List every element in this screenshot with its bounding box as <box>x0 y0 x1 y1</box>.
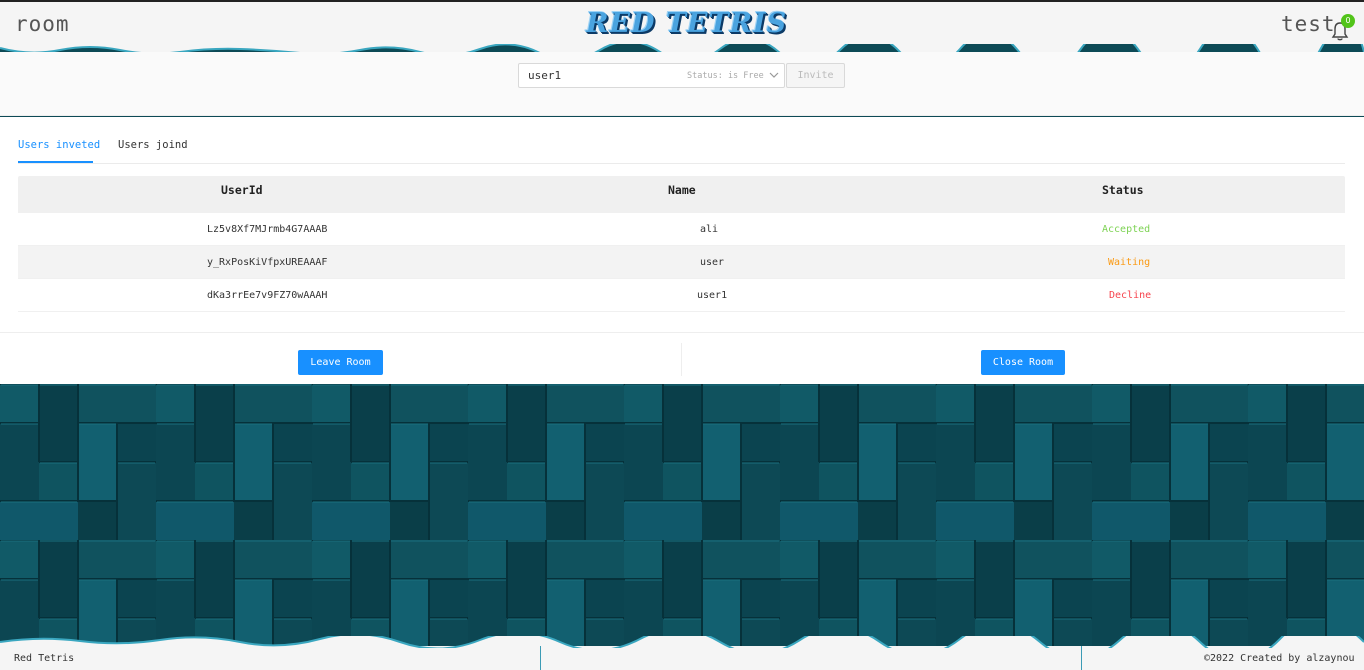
footer-divider <box>1081 646 1082 670</box>
current-user-name[interactable]: test <box>1281 12 1336 36</box>
table-header: UserId Name Status <box>18 176 1345 213</box>
select-status: Status: is Free <box>687 71 764 81</box>
invite-bar: user1 Status: is Free Invite <box>0 52 1364 116</box>
room-actions: Leave Room Close Room <box>0 332 1364 384</box>
status-badge: Decline <box>1109 290 1152 301</box>
cell-name: user1 <box>697 290 728 301</box>
tab-users-invited[interactable]: Users inveted <box>18 139 100 151</box>
cell-user-id: Lz5v8Xf7MJrmb4G7AAAB <box>207 224 328 235</box>
table-row[interactable]: Lz5v8Xf7MJrmb4G7AAAB ali Accepted <box>18 213 1345 246</box>
tab-users-joined[interactable]: Users joind <box>118 139 188 151</box>
tab-bar: Users inveted Users joind <box>18 117 1345 164</box>
close-room-button[interactable]: Close Room <box>981 350 1065 375</box>
column-header-status: Status <box>1102 183 1144 197</box>
chevron-down-icon <box>769 72 779 78</box>
footer-credits: ©2022 Created by alzaynou <box>1204 653 1355 664</box>
column-header-name: Name <box>668 183 696 197</box>
leave-room-button[interactable]: Leave Room <box>298 350 383 375</box>
app-header: room RED TETRIS test 0 <box>0 0 1364 58</box>
select-value: user1 <box>528 69 562 82</box>
cell-user-id: y_RxPosKiVfpxUREAAAF <box>207 257 328 268</box>
user-select[interactable]: user1 Status: is Free <box>518 63 785 88</box>
status-badge: Accepted <box>1102 224 1151 235</box>
page-title: room <box>15 12 70 36</box>
footer-app-name: Red Tetris <box>14 653 75 664</box>
cell-name: user <box>700 257 725 268</box>
table-row[interactable]: y_RxPosKiVfpxUREAAAF user Waiting <box>18 246 1345 279</box>
notification-badge: 0 <box>1341 14 1355 28</box>
table-row[interactable]: dKa3rrEe7v9FZ70wAAAH user1 Decline <box>18 279 1345 312</box>
footer-divider <box>540 646 541 670</box>
tab-active-indicator <box>18 161 93 163</box>
invite-button[interactable]: Invite <box>786 63 845 88</box>
column-header-userid: UserId <box>221 183 263 197</box>
cell-user-id: dKa3rrEe7v9FZ70wAAAH <box>207 290 328 301</box>
status-badge: Waiting <box>1108 257 1151 268</box>
room-panel: Users inveted Users joind UserId Name St… <box>0 117 1364 384</box>
footer-wave-decoration <box>0 636 1364 648</box>
users-table: UserId Name Status Lz5v8Xf7MJrmb4G7AAAB … <box>18 176 1345 312</box>
cell-name: ali <box>700 224 719 235</box>
app-logo: RED TETRIS <box>586 8 788 39</box>
tetris-background <box>0 384 1364 646</box>
app-footer: Red Tetris ©2022 Created by alzaynou <box>0 636 1364 670</box>
actions-divider <box>681 343 682 376</box>
